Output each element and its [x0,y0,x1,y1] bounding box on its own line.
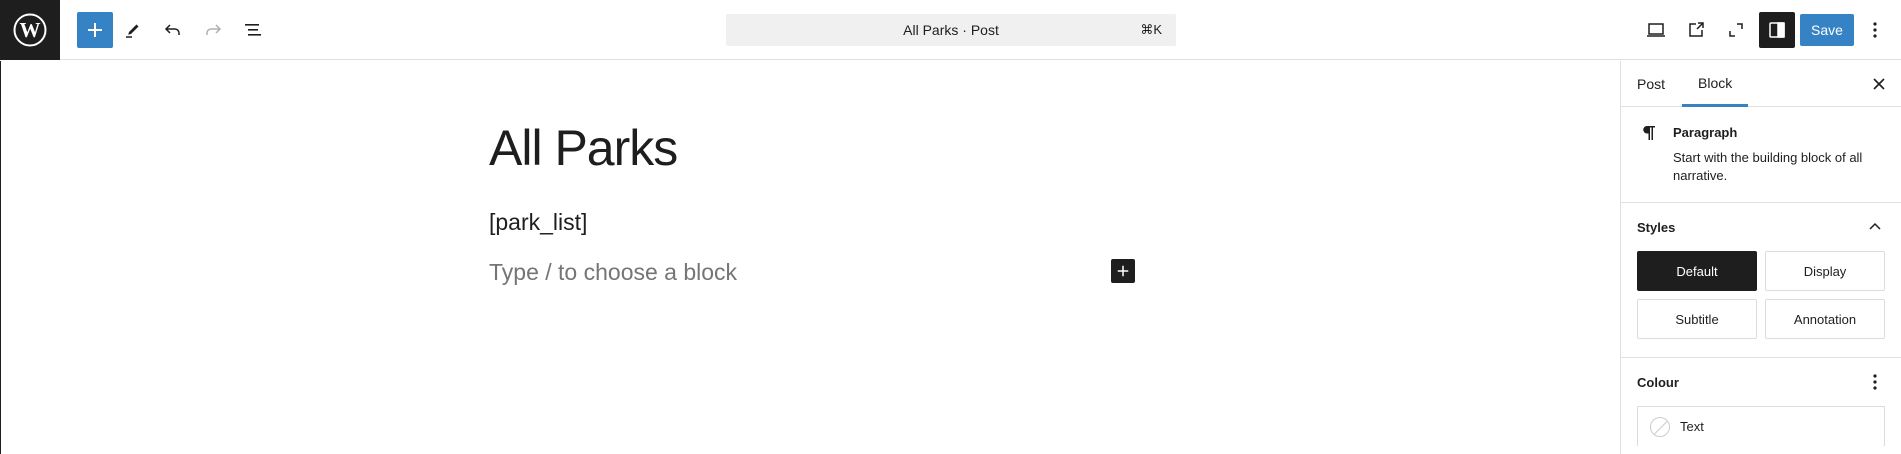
desktop-icon [1647,23,1665,37]
wordpress-icon: W [13,13,47,47]
block-description: Start with the building block of all nar… [1673,150,1863,183]
colour-heading: Colour [1637,374,1679,390]
post-title[interactable]: All Parks [489,119,678,177]
fullscreen-icon [1729,23,1743,37]
sidebar-toggle-icon [1769,22,1785,38]
style-annotation[interactable]: Annotation [1765,299,1885,339]
document-title: All Parks · Post [903,22,999,38]
block-card: Paragraph Start with the building block … [1621,107,1901,203]
plus-icon [88,23,102,37]
inline-add-block-button[interactable] [1111,259,1135,283]
colour-panel-header: Colour [1621,358,1901,406]
list-view-button[interactable] [235,12,271,48]
plus-icon [1117,265,1129,277]
colour-panel: Colour Text [1621,358,1901,446]
colour-text-label: Text [1680,419,1704,434]
close-sidebar-button[interactable] [1867,72,1891,96]
view-post-button[interactable] [1678,12,1714,48]
paragraph-block[interactable]: [park_list] [489,209,587,236]
block-name: Paragraph [1673,125,1738,140]
style-subtitle[interactable]: Subtitle [1637,299,1757,339]
styles-panel: Styles Default Display Subtitle Annotati… [1621,203,1901,358]
sidebar-tabs: Post Block [1621,61,1901,107]
style-default[interactable]: Default [1637,251,1757,291]
undo-button[interactable] [155,12,191,48]
command-shortcut: ⌘K [1140,22,1162,37]
svg-text:W: W [20,18,41,42]
colour-text-item[interactable]: Text [1637,406,1885,446]
wordpress-logo-button[interactable]: W [0,0,60,60]
styles-options: Default Display Subtitle Annotation [1621,251,1901,357]
styles-panel-toggle[interactable]: Styles [1621,203,1901,251]
command-palette-bar[interactable]: All Parks · Post ⌘K [726,14,1176,46]
close-icon [1873,78,1885,90]
editor-canvas[interactable]: All Parks [park_list] Type / to choose a… [0,61,1620,454]
empty-paragraph-placeholder[interactable]: Type / to choose a block [489,259,737,286]
preview-button[interactable] [1638,12,1674,48]
external-link-icon [1689,22,1704,37]
add-block-button[interactable] [77,12,113,48]
tools-button[interactable] [115,12,151,48]
paragraph-icon [1643,126,1655,140]
save-button[interactable]: Save [1800,14,1854,46]
style-display[interactable]: Display [1765,251,1885,291]
more-vertical-icon[interactable] [1863,370,1887,394]
color-swatch-icon [1650,416,1670,437]
list-view-icon [245,24,261,36]
settings-sidebar: Post Block Paragraph Start with the buil… [1620,61,1901,454]
undo-icon [164,24,180,35]
editor-header: W All Parks · Post ⌘K Save [0,0,1901,60]
redo-icon [206,24,222,35]
redo-button[interactable] [195,12,231,48]
fullscreen-button[interactable] [1718,12,1754,48]
tab-post[interactable]: Post [1621,61,1681,107]
chevron-up-icon [1869,222,1881,230]
tab-block[interactable]: Block [1682,61,1749,107]
more-vertical-icon [1873,22,1877,38]
styles-heading: Styles [1637,219,1676,235]
pencil-icon [126,24,139,38]
options-button[interactable] [1860,12,1890,48]
settings-toggle-button[interactable] [1759,12,1795,48]
